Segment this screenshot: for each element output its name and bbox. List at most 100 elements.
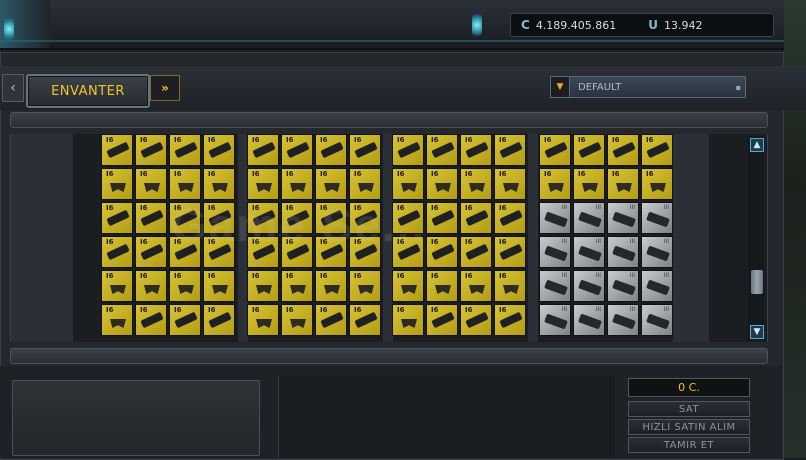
- quick-buy-button[interactable]: HIZLI SATIN ALIM: [628, 419, 750, 435]
- glow-light-left: [4, 18, 14, 40]
- inventory-slot-gun[interactable]: [641, 134, 673, 166]
- inventory-slot-shield[interactable]: [281, 304, 313, 336]
- inventory-slot-gun[interactable]: [426, 134, 458, 166]
- inventory-slot-gun[interactable]: [349, 304, 381, 336]
- tab-envanter[interactable]: ENVANTER: [26, 74, 150, 108]
- inventory-slot-shield[interactable]: [203, 270, 235, 302]
- divider-bottom: [10, 348, 768, 364]
- inventory-slot-gun[interactable]: [494, 134, 526, 166]
- inventory-slot-shield[interactable]: [392, 168, 424, 200]
- inventory-slot-shield[interactable]: [426, 168, 458, 200]
- inventory-slot-gun[interactable]: [101, 202, 133, 234]
- inventory-slot-shield[interactable]: [247, 270, 279, 302]
- inventory-slot-gun[interactable]: [494, 202, 526, 234]
- sell-button[interactable]: SAT: [628, 401, 750, 417]
- inventory-slot-silver-gun[interactable]: [539, 202, 571, 234]
- inventory-slot-silver-gun[interactable]: [573, 304, 605, 336]
- inventory-slot-shield[interactable]: [135, 270, 167, 302]
- inventory-slot-shield[interactable]: [573, 168, 605, 200]
- item-group: [539, 134, 673, 336]
- inventory-slot-shield[interactable]: [494, 270, 526, 302]
- inventory-slot-silver-gun[interactable]: [573, 202, 605, 234]
- double-chevron-right-icon[interactable]: »: [150, 75, 180, 101]
- inventory-slot-silver-gun[interactable]: [607, 202, 639, 234]
- inventory-slot-gun[interactable]: [315, 304, 347, 336]
- inventory-slot-gun[interactable]: [539, 134, 571, 166]
- inventory-slot-shield[interactable]: [349, 270, 381, 302]
- inventory-slot-silver-gun[interactable]: [539, 270, 571, 302]
- inventory-slot-shield[interactable]: [101, 270, 133, 302]
- inventory-slot-gun[interactable]: [426, 236, 458, 268]
- scroll-down-icon[interactable]: ▼: [750, 325, 764, 339]
- repair-button[interactable]: TAMIR ET: [628, 437, 750, 453]
- inventory-slot-silver-gun[interactable]: [573, 236, 605, 268]
- inventory-slot-gun[interactable]: [135, 304, 167, 336]
- inventory-slot-gun[interactable]: [460, 304, 492, 336]
- credit-icon: C: [521, 18, 530, 32]
- inventory-slot-silver-gun[interactable]: [539, 236, 571, 268]
- inventory-slot-silver-gun[interactable]: [641, 270, 673, 302]
- inventory-slot-gun[interactable]: [494, 304, 526, 336]
- inventory-slot-gun[interactable]: [247, 134, 279, 166]
- inventory-slot-gun[interactable]: [494, 236, 526, 268]
- inventory-slot-shield[interactable]: [315, 270, 347, 302]
- inventory-slot-silver-gun[interactable]: [641, 236, 673, 268]
- inventory-slot-shield[interactable]: [607, 168, 639, 200]
- inventory-slot-shield[interactable]: [101, 168, 133, 200]
- inventory-slot-gun[interactable]: [101, 134, 133, 166]
- inventory-slot-silver-gun[interactable]: [641, 202, 673, 234]
- inventory-slot-silver-gun[interactable]: [573, 270, 605, 302]
- inventory-slot-shield[interactable]: [281, 270, 313, 302]
- inventory-slot-gun[interactable]: [169, 304, 201, 336]
- inventory-slot-shield[interactable]: [101, 304, 133, 336]
- inventory-slot-gun[interactable]: [203, 134, 235, 166]
- item-info-area: [278, 376, 615, 458]
- inventory-slot-shield[interactable]: [641, 168, 673, 200]
- inventory-slot-shield[interactable]: [539, 168, 571, 200]
- inventory-slot-gun[interactable]: [460, 134, 492, 166]
- inventory-slot-shield[interactable]: [392, 270, 424, 302]
- inventory-slot-silver-gun[interactable]: [607, 236, 639, 268]
- inventory-slot-gun[interactable]: [135, 134, 167, 166]
- inventory-slot-gun[interactable]: [392, 134, 424, 166]
- inventory-slot-gun[interactable]: [607, 134, 639, 166]
- inventory-slot-shield[interactable]: [392, 304, 424, 336]
- inventory-slot-gun[interactable]: [281, 134, 313, 166]
- inventory-slot-shield[interactable]: [247, 168, 279, 200]
- inventory-slot-shield[interactable]: [169, 270, 201, 302]
- inventory-slot-shield[interactable]: [460, 168, 492, 200]
- inventory-slot-shield[interactable]: [203, 168, 235, 200]
- inventory-slot-shield[interactable]: [135, 168, 167, 200]
- scroll-up-icon[interactable]: ▲: [750, 138, 764, 152]
- divider-top: [10, 112, 768, 128]
- inventory-slot-shield[interactable]: [426, 270, 458, 302]
- inventory-slot-shield[interactable]: [247, 304, 279, 336]
- inventory-slot-gun[interactable]: [460, 202, 492, 234]
- inventory-slot-gun[interactable]: [349, 134, 381, 166]
- filter-dropdown[interactable]: ▼ DEFAULT ▪: [550, 76, 746, 98]
- inventory-slot-shield[interactable]: [494, 168, 526, 200]
- inventory-slot-shield[interactable]: [315, 168, 347, 200]
- inventory-grid: Game Se...: [10, 134, 768, 342]
- inventory-slot-silver-gun[interactable]: [607, 270, 639, 302]
- chevron-left-icon[interactable]: ‹: [2, 74, 24, 102]
- inventory-slot-gun[interactable]: [135, 202, 167, 234]
- inventory-slot-gun[interactable]: [203, 304, 235, 336]
- inventory-slot-shield[interactable]: [169, 168, 201, 200]
- inventory-slot-gun[interactable]: [460, 236, 492, 268]
- inventory-slot-silver-gun[interactable]: [641, 304, 673, 336]
- inventory-slot-gun[interactable]: [315, 134, 347, 166]
- inventory-slot-silver-gun[interactable]: [539, 304, 571, 336]
- inventory-slot-silver-gun[interactable]: [607, 304, 639, 336]
- scrollbar[interactable]: [748, 136, 764, 340]
- inventory-slot-gun[interactable]: [169, 134, 201, 166]
- inventory-slot-gun[interactable]: [573, 134, 605, 166]
- inventory-slot-shield[interactable]: [460, 270, 492, 302]
- inventory-slot-gun[interactable]: [101, 236, 133, 268]
- inventory-slot-shield[interactable]: [281, 168, 313, 200]
- scroll-thumb[interactable]: [751, 270, 763, 294]
- inventory-slot-gun[interactable]: [426, 202, 458, 234]
- inventory-slot-shield[interactable]: [349, 168, 381, 200]
- inventory-slot-gun[interactable]: [426, 304, 458, 336]
- inventory-slot-gun[interactable]: [135, 236, 167, 268]
